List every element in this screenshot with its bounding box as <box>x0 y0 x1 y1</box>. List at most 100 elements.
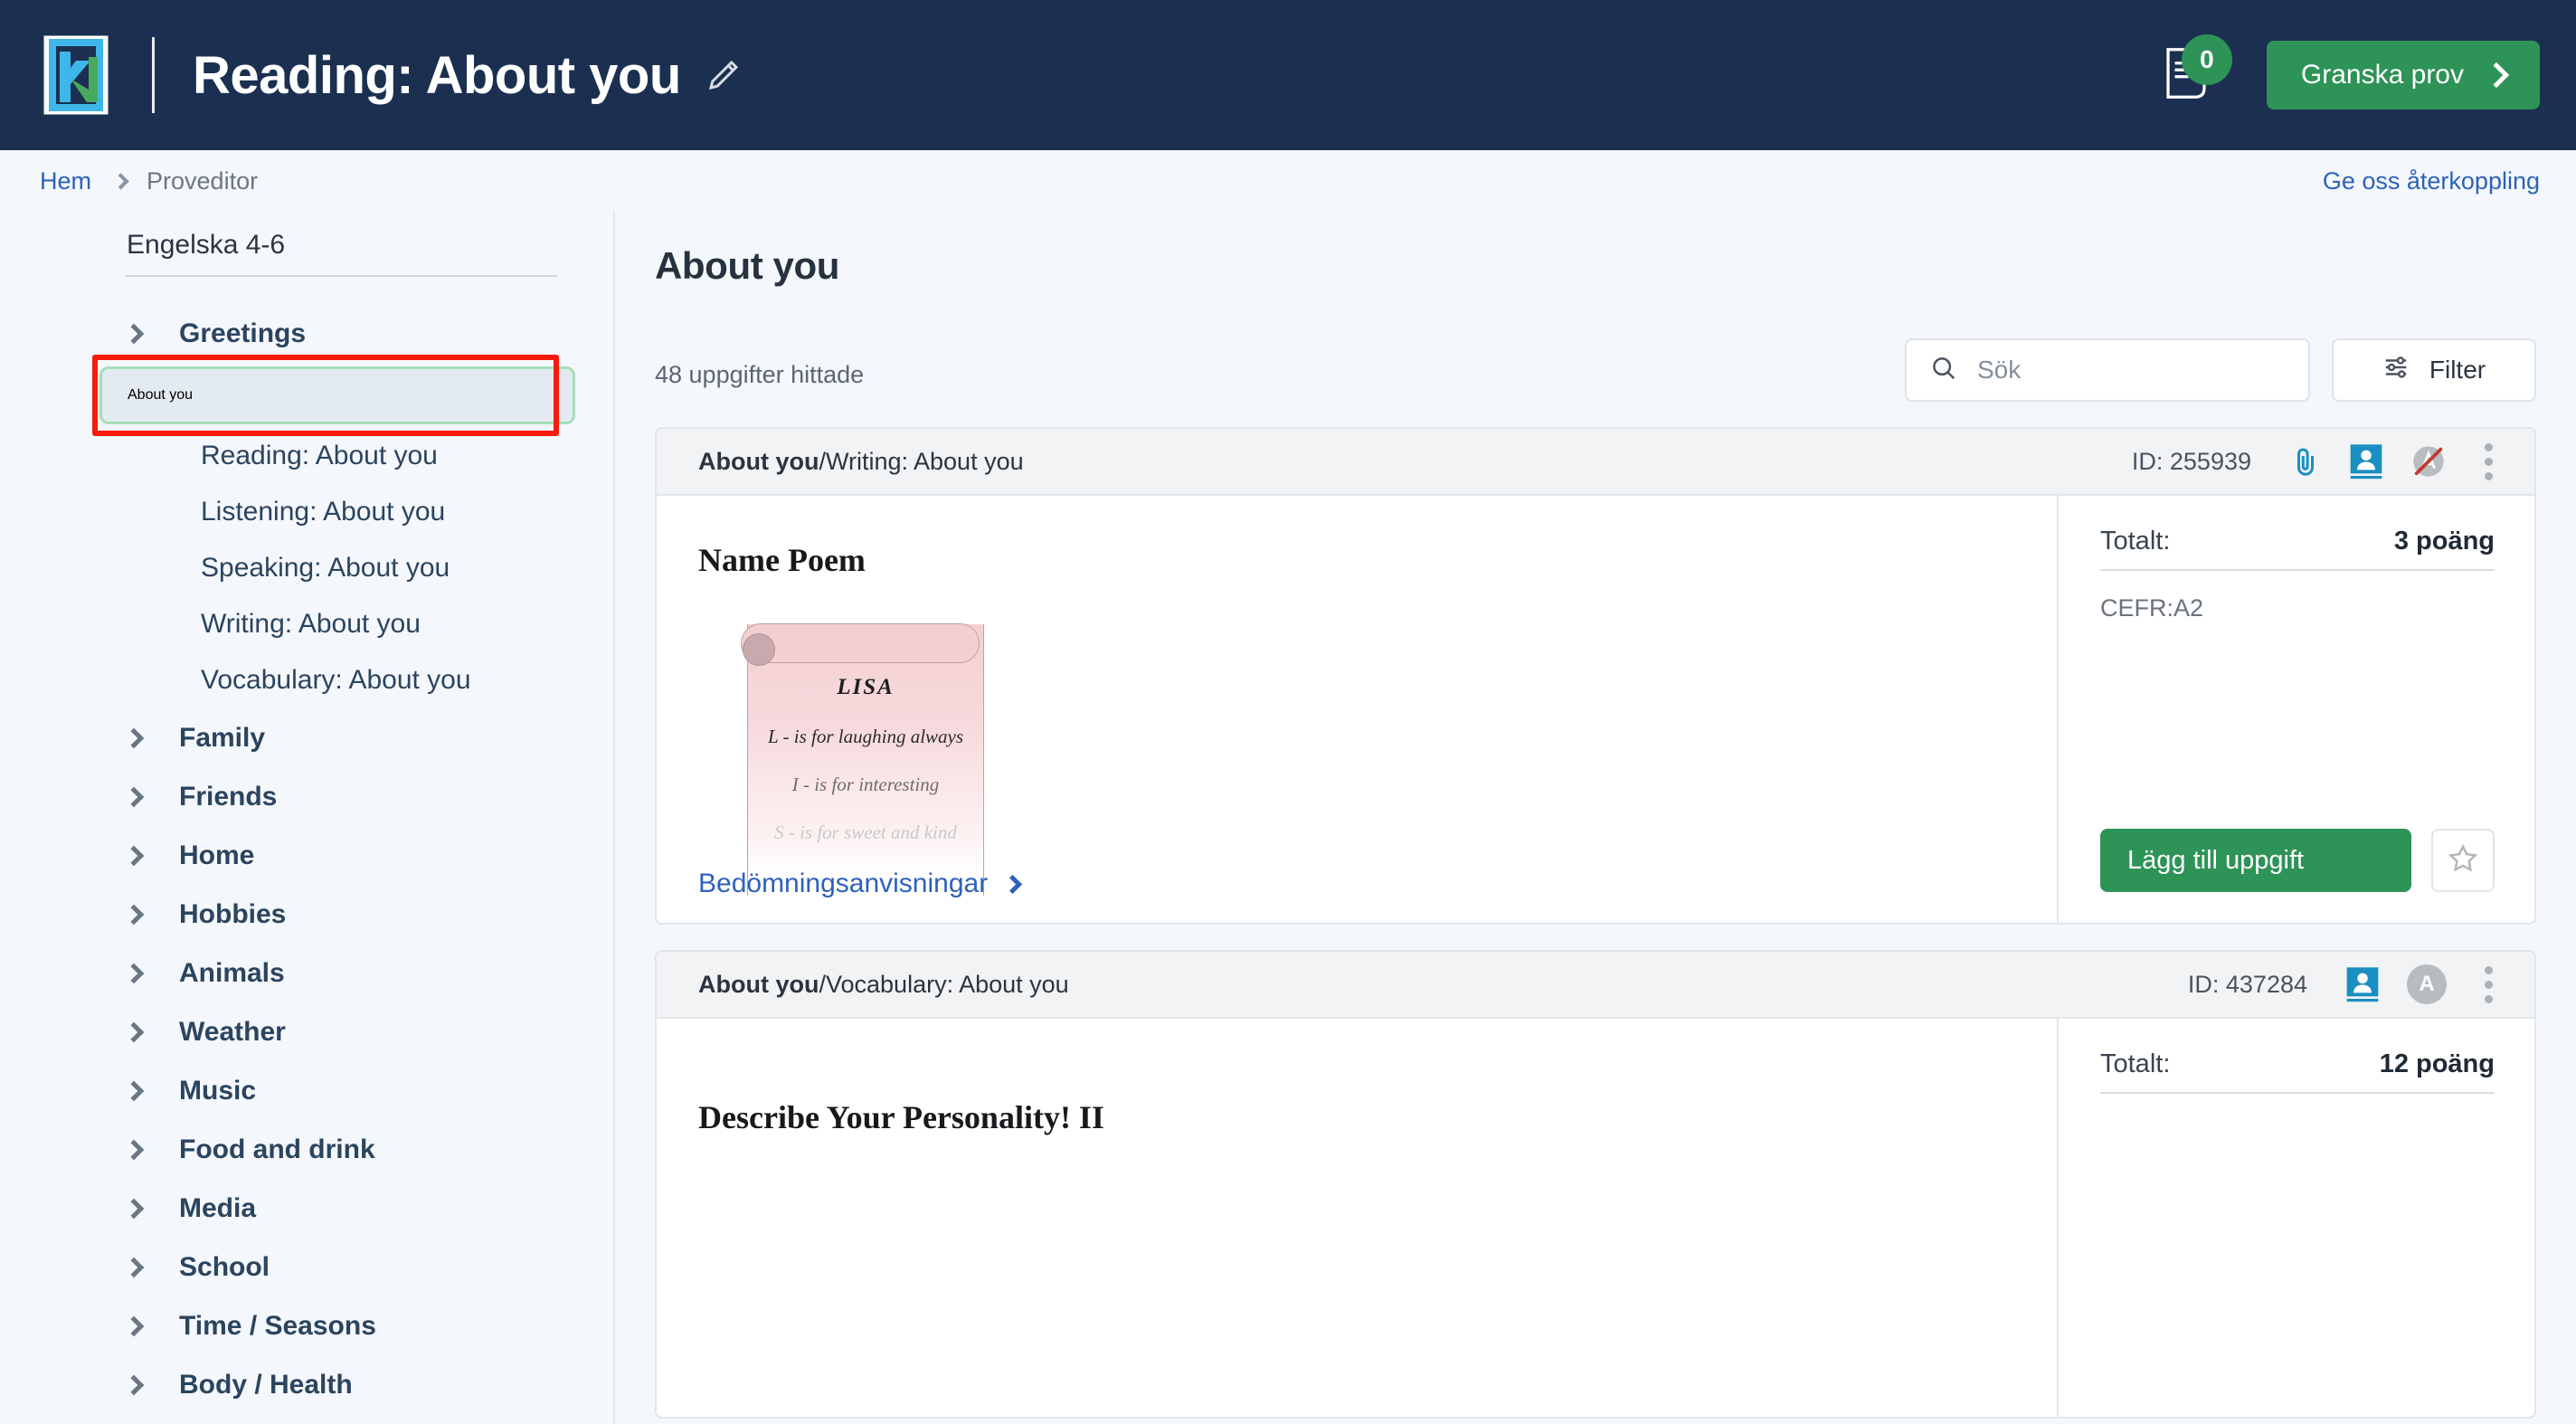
star-outline-icon <box>2448 843 2478 878</box>
sidebar-item-label: School <box>179 1251 270 1282</box>
poem-scroll-roll <box>741 623 980 663</box>
sidebar-item-label: Friends <box>179 781 278 812</box>
sidebar-item-about-you[interactable]: About you <box>99 366 575 424</box>
search-icon <box>1930 355 1957 386</box>
cefr-level: CEFR:A2 <box>2100 594 2204 622</box>
sidebar-item-label: About you <box>128 387 194 403</box>
badge-count: 0 <box>2181 34 2232 85</box>
sidebar-item-food-and-drink[interactable]: Food and drink <box>0 1120 613 1179</box>
add-task-button[interactable]: Lägg till uppgift <box>2100 829 2411 892</box>
task-card-body: Name Poem LISA L - is for laughing alway… <box>657 496 2534 923</box>
chevron-right-icon <box>123 1257 145 1277</box>
task-card-path-topic: About you <box>698 970 819 998</box>
kebab-menu-icon[interactable] <box>2474 961 2504 1009</box>
sliders-icon <box>2382 354 2410 387</box>
totals-value: 3 poäng <box>2393 527 2495 555</box>
totals-label: Totalt: <box>2100 1049 2171 1078</box>
task-card-actions: ID: 437284 A <box>2188 961 2504 1009</box>
chevron-right-icon <box>112 172 129 190</box>
review-test-button[interactable]: Granska prov <box>2266 41 2540 109</box>
task-card-path: About you/Vocabulary: About you <box>698 971 1069 999</box>
avatar-a-icon[interactable]: A <box>2407 964 2447 1004</box>
sidebar: Engelska 4-6 Greetings About you Reading… <box>0 212 615 1424</box>
km-logo[interactable] <box>40 33 112 117</box>
id-card-icon[interactable] <box>2345 966 2380 1002</box>
sidebar-item-label: Hobbies <box>179 898 287 929</box>
task-card-path-rest: /Vocabulary: About you <box>819 970 1069 998</box>
sidebar-item-body-health[interactable]: Body / Health <box>0 1355 613 1414</box>
sidebar-item-family[interactable]: Family <box>0 708 613 767</box>
main-title: About you <box>655 244 840 287</box>
task-card: About you/Vocabulary: About you ID: 4372… <box>655 950 2536 1419</box>
course-selector[interactable]: Engelska 4-6 <box>125 230 557 277</box>
filter-button[interactable]: Filter <box>2332 338 2536 402</box>
chevron-right-icon <box>123 1021 145 1042</box>
paperclip-icon[interactable] <box>2289 445 2322 478</box>
sidebar-item-about-you-wrapper: About you <box>0 355 613 436</box>
favorite-star-button[interactable] <box>2431 829 2495 892</box>
breadcrumb-current: Proveditor <box>147 166 259 195</box>
sidebar-item-hobbies[interactable]: Hobbies <box>0 885 613 944</box>
chevron-right-icon <box>123 323 145 344</box>
poem-line: I - is for interesting <box>791 774 940 795</box>
task-card-actions: ID: 255939 <box>2132 438 2504 486</box>
search-tools: Filter <box>1905 338 2536 402</box>
name-poem-illustration: LISA L - is for laughing always I - is f… <box>741 623 1008 896</box>
sidebar-item-label: Animals <box>179 957 285 988</box>
assessment-guidelines-label: Bedömningsanvisningar <box>698 869 989 898</box>
task-card-content: Name Poem LISA L - is for laughing alway… <box>657 496 2057 923</box>
sidebar-subitem-reading[interactable]: Reading: About you <box>0 428 613 484</box>
task-card: About you/Writing: About you ID: 255939 <box>655 427 2536 925</box>
poem-name: LISA <box>837 675 895 699</box>
search-box[interactable] <box>1905 338 2310 402</box>
poem-scroll-knob <box>743 633 775 666</box>
sidebar-item-school[interactable]: School <box>0 1238 613 1296</box>
chevron-right-icon <box>123 904 145 925</box>
chevron-right-icon <box>1003 874 1023 894</box>
sidebar-item-label: Weather <box>179 1016 286 1047</box>
task-id: ID: 255939 <box>2131 447 2251 475</box>
totals-label: Totalt: <box>2100 527 2171 555</box>
feedback-link[interactable]: Ge oss återkoppling <box>2323 167 2540 195</box>
sidebar-subitem-speaking[interactable]: Speaking: About you <box>0 540 613 596</box>
sidebar-item-time-seasons[interactable]: Time / Seasons <box>0 1296 613 1355</box>
sidebar-item-friends[interactable]: Friends <box>0 767 613 826</box>
sidebar-item-label: Food and drink <box>179 1134 375 1164</box>
no-ai-icon[interactable] <box>2410 443 2447 479</box>
chevron-right-icon <box>123 963 145 983</box>
sidebar-subitem-writing[interactable]: Writing: About you <box>0 596 613 652</box>
sidebar-item-label: Music <box>179 1075 257 1106</box>
sidebar-item-label: Home <box>179 840 255 870</box>
kebab-menu-icon[interactable] <box>2474 438 2504 486</box>
main-panel: About you 48 uppgifter hittade Sök Filte… <box>615 212 2576 1424</box>
sidebar-item-greetings[interactable]: Greetings <box>0 304 613 363</box>
sidebar-item-home[interactable]: Home <box>0 826 613 885</box>
sidebar-subitem-vocabulary[interactable]: Vocabulary: About you <box>0 652 613 708</box>
totals-value: 12 poäng <box>2379 1049 2495 1078</box>
results-count: 48 uppgifter hittade <box>655 361 865 388</box>
sidebar-item-label: Greetings <box>179 318 307 348</box>
chevron-right-icon <box>123 1198 145 1219</box>
chevron-right-icon <box>123 1080 145 1101</box>
sidebar-item-label: Time / Seasons <box>179 1310 376 1341</box>
review-count-indicator[interactable]: 0 <box>2164 34 2232 103</box>
sidebar-subitem-listening[interactable]: Listening: About you <box>0 484 613 540</box>
sidebar-item-weather[interactable]: Weather <box>0 1002 613 1061</box>
sidebar-item-music[interactable]: Music <box>0 1061 613 1120</box>
sidebar-item-media[interactable]: Media <box>0 1179 613 1238</box>
chevron-right-icon <box>123 845 145 866</box>
results-toolbar: 48 uppgifter hittade Sök Filter <box>655 338 2536 402</box>
task-card-body: Describe Your Personality! II Totalt: 12… <box>657 1019 2534 1417</box>
id-card-icon[interactable] <box>2349 443 2383 479</box>
breadcrumb-home[interactable]: Hem <box>40 167 91 195</box>
chevron-right-icon <box>123 786 145 807</box>
pencil-icon[interactable] <box>705 56 743 94</box>
search-input[interactable] <box>1977 356 2285 384</box>
chevron-right-icon <box>123 1315 145 1336</box>
totals-row: Totalt: 12 poäng <box>2100 1049 2495 1094</box>
review-test-label: Granska prov <box>2300 60 2464 90</box>
task-card-buttons: Lägg till uppgift <box>2100 829 2495 892</box>
assessment-guidelines-link[interactable]: Bedömningsanvisningar <box>698 869 1023 899</box>
task-card-path-rest: /Writing: About you <box>819 447 1024 475</box>
sidebar-item-animals[interactable]: Animals <box>0 944 613 1002</box>
